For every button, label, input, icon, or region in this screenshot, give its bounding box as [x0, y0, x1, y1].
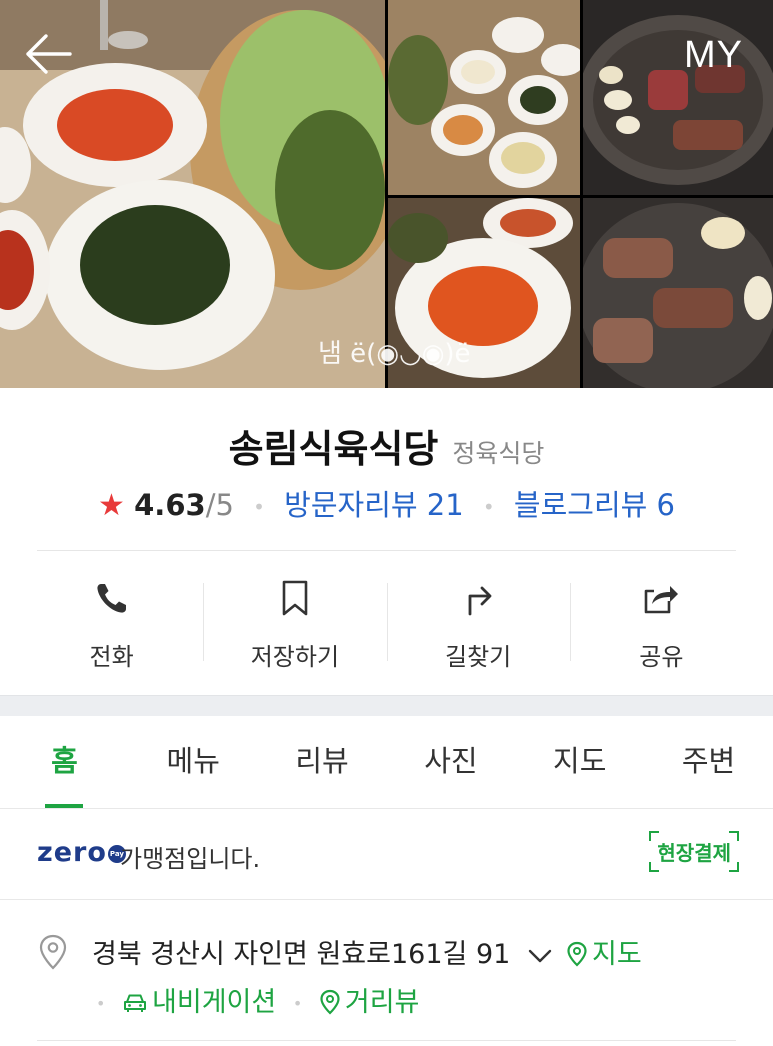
phone-icon	[97, 584, 126, 613]
tab-reviews[interactable]: 리뷰	[258, 716, 387, 808]
blog-reviews-link[interactable]: 블로그리뷰 6	[514, 488, 675, 522]
directions-label: 길찾기	[445, 643, 512, 671]
zeropay-logo: zero Pay	[37, 837, 126, 868]
zeropay-logo-text: zero	[37, 837, 107, 868]
rating-max: /5	[205, 488, 234, 522]
place-category: 정육식당	[452, 439, 545, 468]
chevron-down-icon[interactable]	[527, 947, 553, 965]
call-button[interactable]: 전화	[20, 575, 203, 675]
my-button[interactable]: MY	[684, 34, 743, 77]
tab-photos[interactable]: 사진	[386, 716, 515, 808]
address-sub-links: • 내비게이션 • 거리뷰	[88, 980, 419, 1019]
directions-icon	[468, 586, 492, 616]
call-label: 전화	[89, 643, 134, 671]
place-title-row: 송림식육식당 정육식당	[0, 418, 773, 473]
tab-home[interactable]: 홈	[0, 716, 129, 808]
place-name: 송림식육식당	[228, 427, 439, 471]
divider	[37, 550, 736, 551]
separator-dot: •	[292, 994, 303, 1013]
zeropay-row: zero Pay 가맹점입니다. 현장결제	[0, 809, 773, 900]
separator-dot: •	[253, 495, 265, 519]
street-view-pin-icon	[320, 989, 340, 1015]
save-button[interactable]: 저장하기	[203, 575, 386, 675]
photo-grid[interactable]: MY 냄 ë(◉◡◉)ë	[0, 0, 773, 388]
photo-grill-meat[interactable]	[583, 0, 773, 195]
car-icon	[124, 994, 147, 1012]
bookmark-icon	[282, 580, 308, 616]
map-link[interactable]: 지도	[566, 932, 642, 971]
map-pin-icon	[567, 941, 587, 967]
save-label: 저장하기	[250, 643, 340, 671]
navigation-link[interactable]: 내비게이션	[122, 987, 285, 1018]
zeropay-merchant-text: 가맹점입니다.	[120, 845, 261, 873]
tab-menu[interactable]: 메뉴	[129, 716, 258, 808]
photo-watermark: 냄 ë(◉◡◉)ë	[318, 339, 471, 369]
navigation-label: 내비게이션	[152, 987, 277, 1018]
rating-score: 4.63	[134, 488, 206, 522]
rating-row: ★ 4.63/5 • 방문자리뷰 21 • 블로그리뷰 6	[0, 482, 773, 524]
address-text: 경북 경산시 자인면 원효로161길 91	[92, 939, 511, 970]
photo-table-setting[interactable]	[388, 0, 580, 195]
street-view-link[interactable]: 거리뷰	[319, 987, 420, 1018]
separator-dot: •	[482, 495, 495, 519]
share-label: 공유	[639, 643, 684, 671]
map-label: 지도	[592, 939, 642, 970]
directions-button[interactable]: 길찾기	[386, 575, 570, 675]
separator-dot: •	[96, 994, 106, 1013]
tab-bar: 홈 메뉴 리뷰 사진 지도 주변	[0, 716, 773, 809]
photo-grilled-beef[interactable]	[583, 198, 773, 388]
tab-nearby[interactable]: 주변	[644, 716, 773, 808]
section-gap	[0, 695, 773, 716]
share-icon	[645, 586, 679, 614]
address-row[interactable]: 경북 경산시 자인면 원효로161길 91	[92, 932, 553, 971]
share-button[interactable]: 공유	[569, 575, 753, 675]
street-view-label: 거리뷰	[344, 987, 420, 1018]
action-bar: 전화 저장하기 길찾기 공유	[20, 575, 753, 675]
arrow-left-icon	[26, 34, 72, 74]
location-pin-icon	[39, 934, 67, 970]
star-icon: ★	[98, 488, 125, 523]
divider	[37, 1040, 736, 1041]
onsite-payment-label: 현장결제	[657, 841, 731, 865]
onsite-payment-badge: 현장결제	[649, 831, 739, 872]
back-button[interactable]	[22, 30, 74, 78]
tab-map[interactable]: 지도	[515, 716, 644, 808]
visitor-reviews-link[interactable]: 방문자리뷰 21	[284, 488, 464, 522]
